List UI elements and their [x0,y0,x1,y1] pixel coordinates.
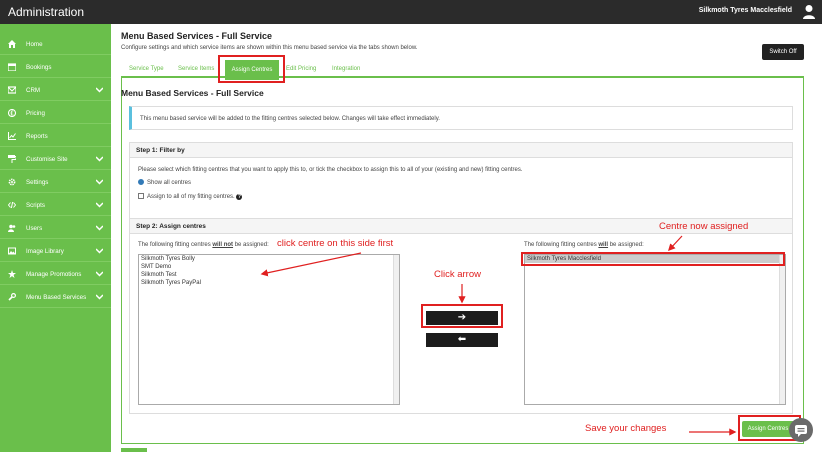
sidebar-item-bookings[interactable]: Bookings [0,56,111,78]
pound-icon [8,109,16,117]
sidebar-item-label: Manage Promotions [26,271,82,278]
paint-roller-icon [8,155,16,163]
sidebar-item-image-library[interactable]: Image Library [0,240,111,262]
sidebar-item-label: Home [26,41,43,48]
chart-icon [8,132,16,140]
top-bar: Administration Silkmoth Tyres Macclesfie… [0,0,822,24]
chevron-down-icon [96,271,103,277]
chevron-down-icon [96,156,103,162]
sidebar-item-label: Bookings [26,64,52,71]
home-icon [8,40,16,48]
sidebar-item-label: Settings [26,179,49,186]
main-content: Menu Based Services - Full Service Confi… [111,24,822,452]
sidebar-item-manage-promotions[interactable]: Manage Promotions [0,263,111,285]
envelope-icon [8,86,16,94]
app-title: Administration [8,5,85,19]
sidebar-item-label: Users [26,225,43,232]
sidebar-item-menu-based-services[interactable]: Menu Based Services [0,286,111,308]
wrench-icon [8,293,16,301]
users-icon [8,224,16,232]
chevron-down-icon [96,294,103,300]
chevron-down-icon [96,225,103,231]
calendar-icon [8,63,16,71]
sidebar-item-users[interactable]: Users [0,217,111,239]
annotation-arrow-to-assigned [668,235,683,252]
annotation-arrow-to-list [260,252,362,277]
chevron-down-icon [96,248,103,254]
annotation-arrows [260,235,737,436]
sidebar-item-customise-site[interactable]: Customise Site [0,148,111,170]
sidebar-item-label: Scripts [26,202,45,209]
chevron-down-icon [96,87,103,93]
code-icon [8,201,16,209]
sidebar-item-label: Image Library [26,248,64,255]
sidebar-item-label: Customise Site [26,156,68,163]
sidebar-item-crm[interactable]: CRM [0,79,111,101]
sidebar-item-reports[interactable]: Reports [0,125,111,147]
user-icon[interactable] [802,4,816,20]
gear-icon [8,178,16,186]
sidebar-item-label: Reports [26,133,48,140]
sidebar-item-label: Pricing [26,110,45,117]
sidebar: Home Bookings CRM Pricing Reports Custom… [0,24,111,452]
user-name[interactable]: Silkmoth Tyres Macclesfield [699,7,792,14]
sidebar-item-label: CRM [26,87,41,94]
chevron-down-icon [96,179,103,185]
star-icon [8,270,16,278]
sidebar-item-settings[interactable]: Settings [0,171,111,193]
sidebar-item-label: Menu Based Services [26,294,87,301]
sidebar-item-scripts[interactable]: Scripts [0,194,111,216]
sidebar-item-home[interactable]: Home [0,33,111,55]
sidebar-item-pricing[interactable]: Pricing [0,102,111,124]
chevron-down-icon [96,202,103,208]
image-icon [8,247,16,255]
